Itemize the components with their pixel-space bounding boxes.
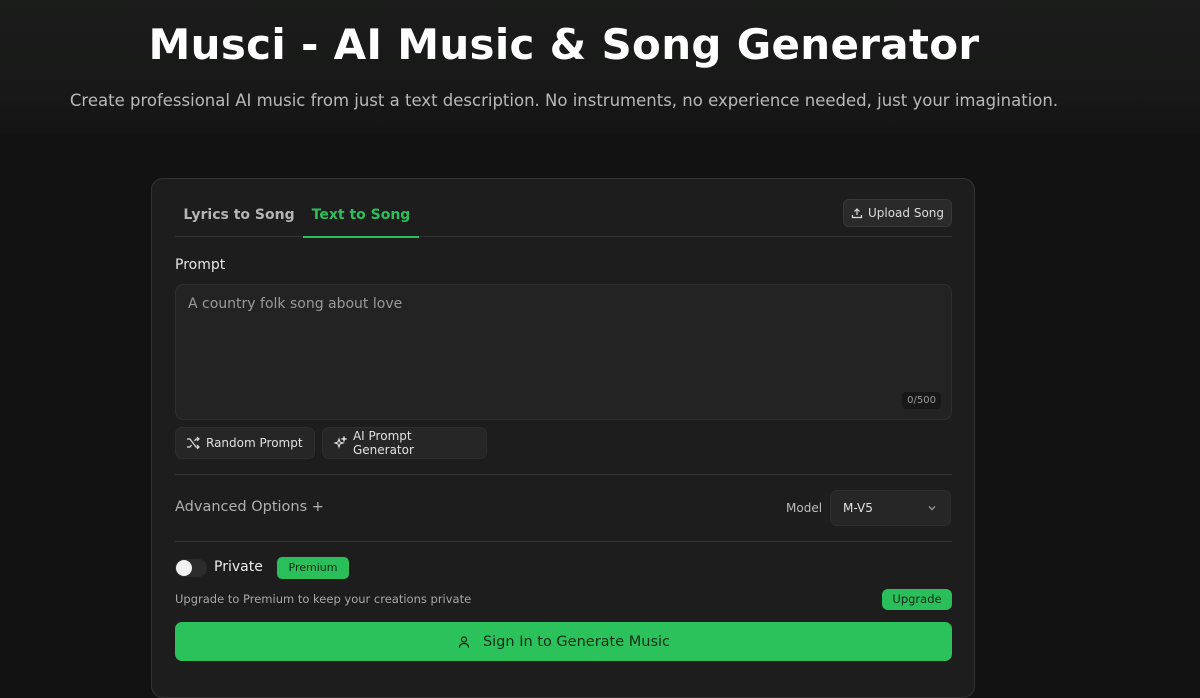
toggle-knob (176, 560, 192, 576)
divider (175, 474, 952, 475)
private-toggle[interactable] (175, 559, 207, 577)
upgrade-note: Upgrade to Premium to keep your creation… (175, 592, 472, 606)
ai-prompt-generator-button[interactable]: AI Prompt Generator (322, 427, 487, 459)
model-select[interactable]: M-V5 (830, 490, 951, 526)
model-selected-value: M-V5 (843, 501, 873, 515)
page-subtitle: Create professional AI music from just a… (69, 91, 1059, 110)
char-counter: 0/500 (902, 392, 941, 409)
divider (175, 541, 952, 542)
ai-prompt-generator-label: AI Prompt Generator (352, 429, 414, 457)
chevron-down-icon (928, 506, 936, 511)
advanced-options-toggle[interactable]: Advanced Options + (175, 499, 324, 515)
sparkle-icon (333, 436, 347, 449)
prompt-textarea[interactable]: A country folk song about love 0/500 (175, 284, 952, 420)
tab-lyrics-to-song[interactable]: Lyrics to Song (175, 207, 303, 237)
generator-card: Lyrics to Song Text to Song Upload Song … (151, 178, 975, 698)
sign-in-generate-button[interactable]: Sign In to Generate Music (175, 622, 952, 661)
tab-bar: Lyrics to Song Text to Song Upload Song (175, 197, 952, 238)
upload-song-button[interactable]: Upload Song (843, 199, 952, 227)
private-label: Private (214, 559, 263, 575)
model-label: Model (786, 501, 823, 515)
upload-song-label: Upload Song (867, 206, 945, 220)
shuffle-icon (187, 436, 200, 450)
sign-in-generate-label: Sign In to Generate Music (482, 633, 671, 650)
premium-badge: Premium (277, 557, 349, 579)
upload-icon (851, 208, 863, 219)
hero-section: Musci - AI Music & Song Generator Create… (0, 0, 1200, 134)
random-prompt-label: Random Prompt (206, 436, 303, 450)
upgrade-button[interactable]: Upgrade (882, 589, 952, 610)
user-icon (458, 635, 470, 648)
tab-text-to-song[interactable]: Text to Song (303, 207, 419, 238)
prompt-label: Prompt (175, 257, 226, 273)
random-prompt-button[interactable]: Random Prompt (175, 427, 315, 459)
prompt-placeholder: A country folk song about love (188, 296, 403, 312)
page-title: Musci - AI Music & Song Generator (148, 20, 980, 69)
